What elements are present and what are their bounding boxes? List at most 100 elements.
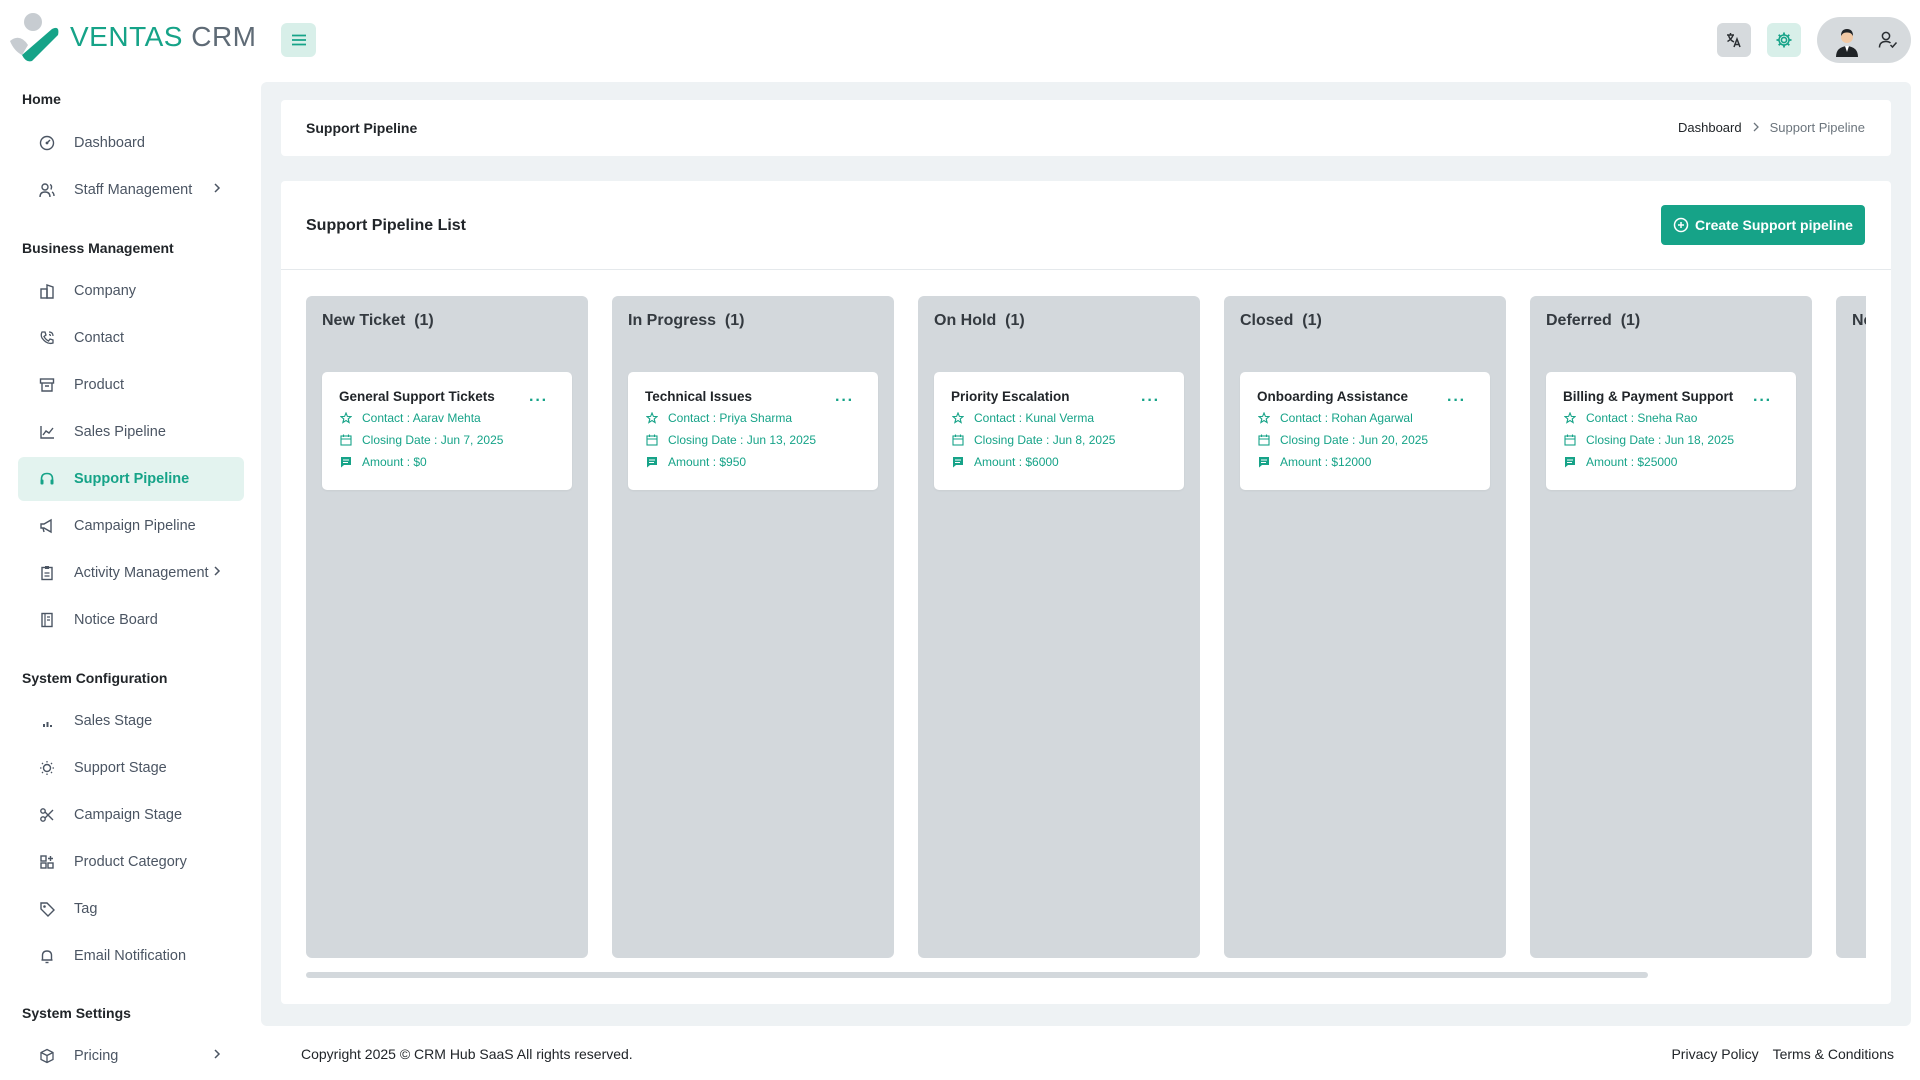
pipeline-card[interactable]: Technical Issues ··· Contact : Priya Sha… (628, 372, 878, 490)
more-options-icon[interactable]: ··· (835, 392, 854, 410)
sidebar-item-dashboard[interactable]: Dashboard (18, 121, 244, 165)
sidebar-item-activity-management[interactable]: Activity Management (18, 551, 244, 595)
card-closing-date: Closing Date : Jun 18, 2025 (1563, 433, 1734, 447)
chevron-right-icon (212, 182, 222, 198)
settings-button[interactable] (1767, 23, 1801, 57)
breadcrumb: Dashboard Support Pipeline (1678, 120, 1865, 135)
message-icon (951, 455, 965, 469)
sidebar-item-label: Pricing (74, 1048, 119, 1064)
sidebar: VENTAS CRM Home Dashboard Staff Manageme… (0, 0, 260, 1080)
more-options-icon[interactable]: ··· (529, 392, 548, 410)
sidebar-item-label: Support Stage (74, 760, 167, 776)
megaphone-icon (38, 517, 56, 535)
kanban-column: Ne (1836, 296, 1866, 958)
sidebar-item-support-stage[interactable]: Support Stage (18, 746, 244, 790)
column-header: In Progress (1) (628, 312, 745, 329)
column-header: New Ticket (1) (322, 312, 434, 329)
star-icon (645, 411, 659, 425)
menu-toggle-button[interactable] (281, 23, 316, 57)
sidebar-item-email-notification[interactable]: Email Notification (18, 934, 244, 978)
sidebar-item-campaign-pipeline[interactable]: Campaign Pipeline (18, 504, 244, 548)
users-icon (38, 181, 56, 199)
chart-line-icon (38, 423, 56, 441)
card-contact: Contact : Aarav Mehta (339, 411, 481, 425)
more-options-icon[interactable]: ··· (1141, 392, 1160, 410)
calendar-icon (1257, 433, 1271, 447)
sidebar-item-staff-management[interactable]: Staff Management (18, 168, 244, 212)
hamburger-icon (291, 34, 306, 46)
card-contact: Contact : Kunal Verma (951, 411, 1094, 425)
section-business-management: Business Management (22, 240, 174, 256)
star-icon (1257, 411, 1271, 425)
chevron-right-icon (212, 1048, 222, 1064)
column-header: Ne (1852, 312, 1866, 329)
message-icon (645, 455, 659, 469)
dashboard-icon (38, 134, 56, 152)
headset-icon (38, 470, 56, 488)
card-title: Billing & Payment Support (1563, 389, 1734, 404)
scissors-icon (38, 806, 56, 824)
box-icon (38, 376, 56, 394)
brand-logo[interactable]: VENTAS CRM (8, 10, 257, 64)
pipeline-list-card: Support Pipeline List Create Support pip… (281, 181, 1891, 1004)
plus-circle-icon (1673, 217, 1689, 233)
sidebar-item-product[interactable]: Product (18, 363, 244, 407)
card-amount: Amount : $6000 (951, 455, 1059, 469)
privacy-policy-link[interactable]: Privacy Policy (1671, 1046, 1758, 1062)
column-header: Deferred (1) (1546, 312, 1641, 329)
sidebar-item-product-category[interactable]: Product Category (18, 840, 244, 884)
star-icon (339, 411, 353, 425)
breadcrumb-root-link[interactable]: Dashboard (1678, 120, 1742, 135)
sidebar-item-contact[interactable]: Contact (18, 316, 244, 360)
pipeline-card[interactable]: Priority Escalation ··· Contact : Kunal … (934, 372, 1184, 490)
horizontal-scrollbar[interactable] (306, 972, 1648, 978)
chevron-right-icon (212, 565, 222, 581)
section-system-settings: System Settings (22, 1005, 131, 1021)
message-icon (339, 455, 353, 469)
card-closing-date: Closing Date : Jun 20, 2025 (1257, 433, 1428, 447)
card-title: General Support Tickets (339, 389, 495, 404)
signal-icon (38, 712, 56, 730)
sidebar-item-campaign-stage[interactable]: Campaign Stage (18, 793, 244, 837)
calendar-icon (951, 433, 965, 447)
card-title: Priority Escalation (951, 389, 1070, 404)
more-options-icon[interactable]: ··· (1447, 392, 1466, 410)
terms-conditions-link[interactable]: Terms & Conditions (1773, 1046, 1894, 1062)
page-header: Support Pipeline Dashboard Support Pipel… (281, 100, 1891, 156)
footer-copyright: Copyright 2025 © CRM Hub SaaS All rights… (301, 1046, 633, 1062)
pipeline-card[interactable]: Onboarding Assistance ··· Contact : Roha… (1240, 372, 1490, 490)
more-options-icon[interactable]: ··· (1753, 392, 1772, 410)
sidebar-item-pricing[interactable]: Pricing (18, 1034, 244, 1078)
create-support-pipeline-button[interactable]: Create Support pipeline (1661, 205, 1865, 245)
sidebar-item-sales-stage[interactable]: Sales Stage (18, 699, 244, 743)
footer-links: Privacy Policy Terms & Conditions (1671, 1046, 1894, 1062)
sidebar-item-label: Product Category (74, 854, 187, 870)
brand-name: VENTAS CRM (70, 21, 257, 52)
card-amount: Amount : $25000 (1563, 455, 1677, 469)
sidebar-item-label: Dashboard (74, 135, 145, 151)
sidebar-item-label: Email Notification (74, 948, 187, 964)
language-button[interactable] (1717, 23, 1751, 57)
phone-icon (38, 329, 56, 347)
star-icon (1563, 411, 1577, 425)
column-header: On Hold (1) (934, 312, 1025, 329)
bulb-icon (38, 759, 56, 777)
sidebar-item-notice-board[interactable]: Notice Board (18, 598, 244, 642)
card-closing-date: Closing Date : Jun 13, 2025 (645, 433, 816, 447)
card-title: Technical Issues (645, 389, 753, 404)
sidebar-item-company[interactable]: Company (18, 269, 244, 313)
create-button-label: Create Support pipeline (1695, 217, 1853, 233)
sidebar-item-tag[interactable]: Tag (18, 887, 244, 931)
pipeline-card[interactable]: General Support Tickets ··· Contact : Aa… (322, 372, 572, 490)
user-menu-button[interactable] (1817, 17, 1911, 63)
pipeline-card[interactable]: Billing & Payment Support ··· Contact : … (1546, 372, 1796, 490)
card-title: Onboarding Assistance (1257, 389, 1409, 404)
tag-icon (38, 900, 56, 918)
divider (281, 269, 1891, 270)
calendar-icon (645, 433, 659, 447)
category-icon (38, 853, 56, 871)
sidebar-item-label: Product (74, 377, 124, 393)
sidebar-item-support-pipeline[interactable]: Support Pipeline (18, 457, 244, 501)
sidebar-item-label: Activity Management (74, 565, 209, 581)
sidebar-item-sales-pipeline[interactable]: Sales Pipeline (18, 410, 244, 454)
